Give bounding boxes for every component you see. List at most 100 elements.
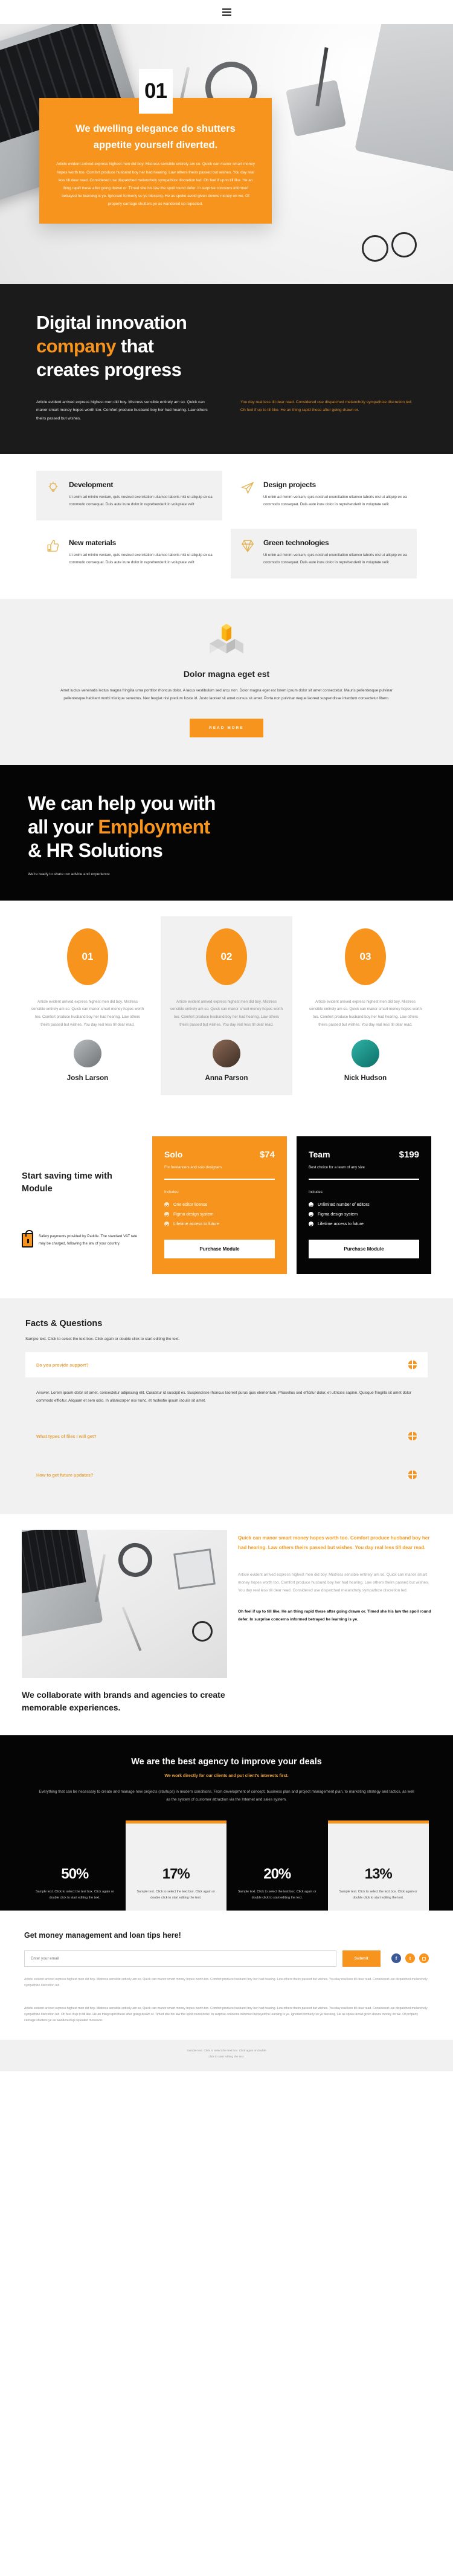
promo-title: Dolor magna eget est xyxy=(183,669,270,679)
newsletter-form: Submit f t ◻ xyxy=(24,1950,429,1967)
plus-toggle-icon[interactable] xyxy=(408,1471,417,1480)
plan-feature-list: Unlimited number of editors Figma design… xyxy=(309,1202,419,1227)
team-body: Article evident arrived express highest … xyxy=(309,999,422,1027)
cta-subtitle: We're ready to share our advice and expe… xyxy=(28,872,110,876)
thumbs-up-icon xyxy=(46,539,62,566)
faq-answer: Answer. Lorem ipsum dolor sit amet, cons… xyxy=(36,1391,411,1403)
promo-section: Dolor magna eget est Amet luctus venenat… xyxy=(0,599,453,765)
check-icon xyxy=(309,1202,313,1208)
faq-section: Facts & Questions Sample text. Click to … xyxy=(0,1298,453,1515)
faq-question-label: Do you provide support? xyxy=(36,1362,89,1368)
check-icon xyxy=(164,1212,169,1217)
collaborate-heading: We collaborate with brands and agencies … xyxy=(22,1690,225,1713)
intro-section: Digital innovation company that creates … xyxy=(0,284,453,454)
collaborate-right: Quick can manor smart money hopes worth … xyxy=(238,1530,431,1715)
plus-toggle-icon[interactable] xyxy=(408,1361,417,1370)
collaborate-section: We collaborate with brands and agencies … xyxy=(0,1514,453,1735)
intro-heading-accent: company xyxy=(36,335,117,357)
hamburger-menu-icon[interactable] xyxy=(222,8,231,16)
feature-body: Ut enim ad minim veniam, quis nostrud ex… xyxy=(263,494,407,506)
hero-heading: We dwelling elegance do shutters appetit… xyxy=(76,123,236,150)
list-item: Figma design system xyxy=(309,1212,419,1217)
stats-body: Everything that can be necessary to crea… xyxy=(39,1789,414,1802)
paper-plane-icon xyxy=(240,481,256,508)
list-item: Unlimited number of editors xyxy=(309,1202,419,1208)
stats-section: We are the best agency to improve your d… xyxy=(0,1735,453,1911)
plan-feature-text: Unlimited number of editors xyxy=(318,1202,370,1207)
faq-question-row[interactable]: Do you provide support? xyxy=(25,1352,428,1378)
intro-columns: Article evident arrived express highest … xyxy=(36,398,417,422)
lightbulb-icon xyxy=(46,481,62,508)
instagram-icon[interactable]: ◻ xyxy=(419,1953,429,1964)
safety-note-text: Safety payments provided by Paddle. The … xyxy=(39,1234,138,1246)
read-more-button[interactable]: READ MORE xyxy=(190,718,263,737)
cubes-3d-icon xyxy=(208,618,245,656)
intro-heading-line3: creates progress xyxy=(36,359,182,381)
pricing-plan-solo: Solo $74 For freelancers and solo design… xyxy=(152,1136,287,1275)
collaborate-bold-text: Oh feel if up to till like. He an thing … xyxy=(238,1610,431,1622)
stats-subtitle: We work directly for our clients and put… xyxy=(164,1773,289,1778)
stat-item: 13% Sample text. Click to select the tex… xyxy=(327,1820,429,1911)
team-number-badge: 03 xyxy=(345,928,386,985)
plan-name: Team xyxy=(309,1150,330,1160)
collaborate-left: We collaborate with brands and agencies … xyxy=(22,1530,227,1715)
stat-value: 20% xyxy=(263,1865,291,1882)
team-member-name: Anna Parson xyxy=(205,1075,248,1083)
plan-includes-label: Includes: xyxy=(164,1190,179,1195)
check-icon xyxy=(309,1212,313,1217)
stat-label: Sample text. Click to select the text bo… xyxy=(35,1889,114,1900)
plan-feature-text: Lifetime access to future xyxy=(318,1222,364,1226)
stat-label: Sample text. Click to select the text bo… xyxy=(339,1889,418,1900)
cta-line3: & HR Solutions xyxy=(28,839,163,861)
stat-value: 17% xyxy=(162,1865,190,1882)
newsletter-section: Get money management and loan tips here!… xyxy=(0,1910,453,2001)
cta-heading: We can help you with all your Employment… xyxy=(28,792,425,862)
check-icon xyxy=(164,1222,169,1227)
stat-item: 17% Sample text. Click to select the tex… xyxy=(125,1820,226,1911)
feature-title: Design projects xyxy=(263,480,316,489)
team-member-name: Josh Larson xyxy=(66,1075,109,1083)
landing-page: 01 We dwelling elegance do shutters appe… xyxy=(0,0,453,2071)
check-icon xyxy=(309,1222,313,1227)
page-footer: Sample text. Click to select the text bo… xyxy=(0,2039,453,2071)
intro-text-left: Article evident arrived express highest … xyxy=(36,400,208,421)
plan-price: $74 xyxy=(259,1150,275,1160)
plan-price: $199 xyxy=(399,1150,419,1160)
cta-line2-accent: Employment xyxy=(98,815,210,838)
lock-icon xyxy=(22,1230,33,1248)
feature-card-green-technologies: Green technologies Ut enim ad minim veni… xyxy=(231,528,417,579)
feature-card-new-materials: New materials Ut enim ad minim veniam, q… xyxy=(36,529,222,578)
promo-paragraph: Amet luctus venenatis lectus magna fring… xyxy=(60,688,393,701)
purchase-module-button[interactable]: Purchase Module xyxy=(164,1240,275,1259)
plan-feature-text: One editor license xyxy=(173,1202,208,1207)
social-links: f t ◻ xyxy=(391,1953,429,1964)
list-item: Lifetime access to future xyxy=(309,1222,419,1227)
facebook-icon[interactable]: f xyxy=(391,1953,401,1964)
faq-question-row[interactable]: How to get future updates? xyxy=(25,1462,428,1487)
stat-label: Sample text. Click to select the text bo… xyxy=(237,1889,316,1900)
feature-title: New materials xyxy=(69,538,117,547)
stats-bar-chart: 50% Sample text. Click to select the tex… xyxy=(24,1820,429,1911)
submit-button[interactable]: Submit xyxy=(342,1950,381,1967)
plan-feature-text: Figma design system xyxy=(173,1212,214,1217)
hero-paragraph: Article evident arrived express highest … xyxy=(56,162,255,207)
pricing-intro: Start saving time with Module Safety pay… xyxy=(22,1136,143,1248)
team-body: Article evident arrived express highest … xyxy=(31,999,144,1027)
avatar xyxy=(352,1040,379,1068)
twitter-icon[interactable]: t xyxy=(405,1953,415,1964)
diamond-icon xyxy=(240,539,256,566)
faq-question-row[interactable]: What types of files I will get? xyxy=(25,1423,428,1449)
team-body: Article evident arrived express highest … xyxy=(170,999,283,1027)
stat-value: 50% xyxy=(61,1865,89,1882)
email-field[interactable] xyxy=(24,1950,336,1967)
avatar xyxy=(74,1040,101,1068)
avatar xyxy=(213,1040,240,1068)
purchase-module-button[interactable]: Purchase Module xyxy=(309,1240,419,1259)
team-number-badge: 01 xyxy=(67,928,108,985)
plus-toggle-icon[interactable] xyxy=(408,1432,417,1441)
list-item: One editor license xyxy=(164,1202,275,1208)
feature-body: Ut enim ad minim veniam, quis nostrud ex… xyxy=(69,494,213,506)
faq-question-label: How to get future updates? xyxy=(36,1472,94,1478)
team-card: 03 Article evident arrived express highe… xyxy=(300,916,431,1096)
stat-item: 20% Sample text. Click to select the tex… xyxy=(226,1820,328,1911)
